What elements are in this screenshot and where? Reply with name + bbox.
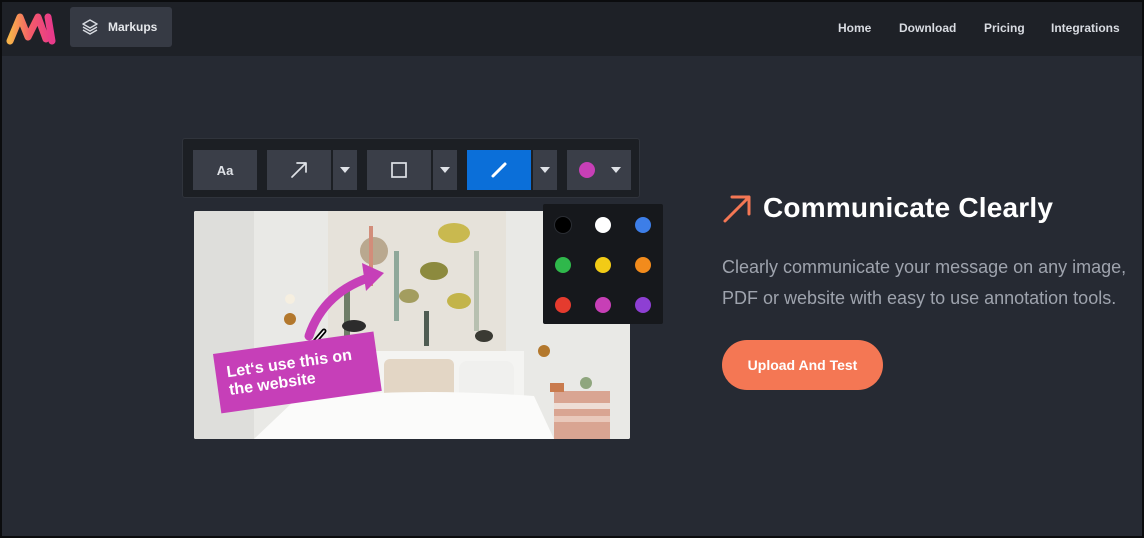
color-swatch-white[interactable] (595, 217, 611, 233)
pen-icon (491, 162, 507, 178)
rectangle-tool-button[interactable] (367, 150, 431, 190)
upload-and-test-button[interactable]: Upload And Test (722, 340, 883, 390)
color-swatch-green[interactable] (555, 257, 571, 273)
text-tool-button[interactable]: Aa (193, 150, 257, 190)
color-swatch-orange[interactable] (635, 257, 651, 273)
hero-title: Communicate Clearly (763, 192, 1054, 223)
caret-down-icon (340, 167, 350, 173)
nav-download[interactable]: Download (899, 21, 956, 35)
hero-description-line-2: PDF or website with easy to use annotati… (722, 288, 1117, 308)
arrow-up-right-icon (723, 195, 751, 223)
text-tool-label: Aa (216, 162, 234, 178)
markups-button[interactable]: Markups (70, 7, 172, 47)
pen-options-dropdown[interactable] (533, 150, 557, 190)
hero-description: Clearly communicate your message on any … (722, 252, 1142, 314)
markup-logo-icon[interactable] (6, 11, 56, 45)
layers-icon (82, 19, 98, 35)
color-palette-popover (543, 204, 663, 324)
square-icon (391, 162, 407, 178)
color-swatch-black[interactable] (555, 217, 571, 233)
arrow-icon (291, 162, 307, 178)
caret-down-icon (440, 167, 450, 173)
caret-down-icon (611, 167, 621, 173)
color-swatch-yellow[interactable] (595, 257, 611, 273)
caret-down-icon (540, 167, 550, 173)
color-swatch-blue[interactable] (635, 217, 651, 233)
annotation-toolbar: Aa (182, 138, 640, 198)
nav-home[interactable]: Home (838, 21, 871, 35)
markups-label: Markups (108, 20, 158, 34)
arrow-tool-button[interactable] (267, 150, 331, 190)
color-swatch-red[interactable] (555, 297, 571, 313)
top-navigation-bar: Markups Home Download Pricing Integratio… (2, 2, 1142, 56)
hero-description-line-1: Clearly communicate your message on any … (722, 257, 1127, 277)
color-picker-button[interactable] (567, 150, 631, 190)
nav-integrations[interactable]: Integrations (1051, 21, 1120, 35)
rectangle-options-dropdown[interactable] (433, 150, 457, 190)
color-swatch-purple[interactable] (635, 297, 651, 313)
nav-pricing[interactable]: Pricing (984, 21, 1025, 35)
color-swatch-magenta[interactable] (595, 297, 611, 313)
arrow-options-dropdown[interactable] (333, 150, 357, 190)
selected-color-dot (579, 162, 595, 178)
pen-tool-button[interactable] (467, 150, 531, 190)
